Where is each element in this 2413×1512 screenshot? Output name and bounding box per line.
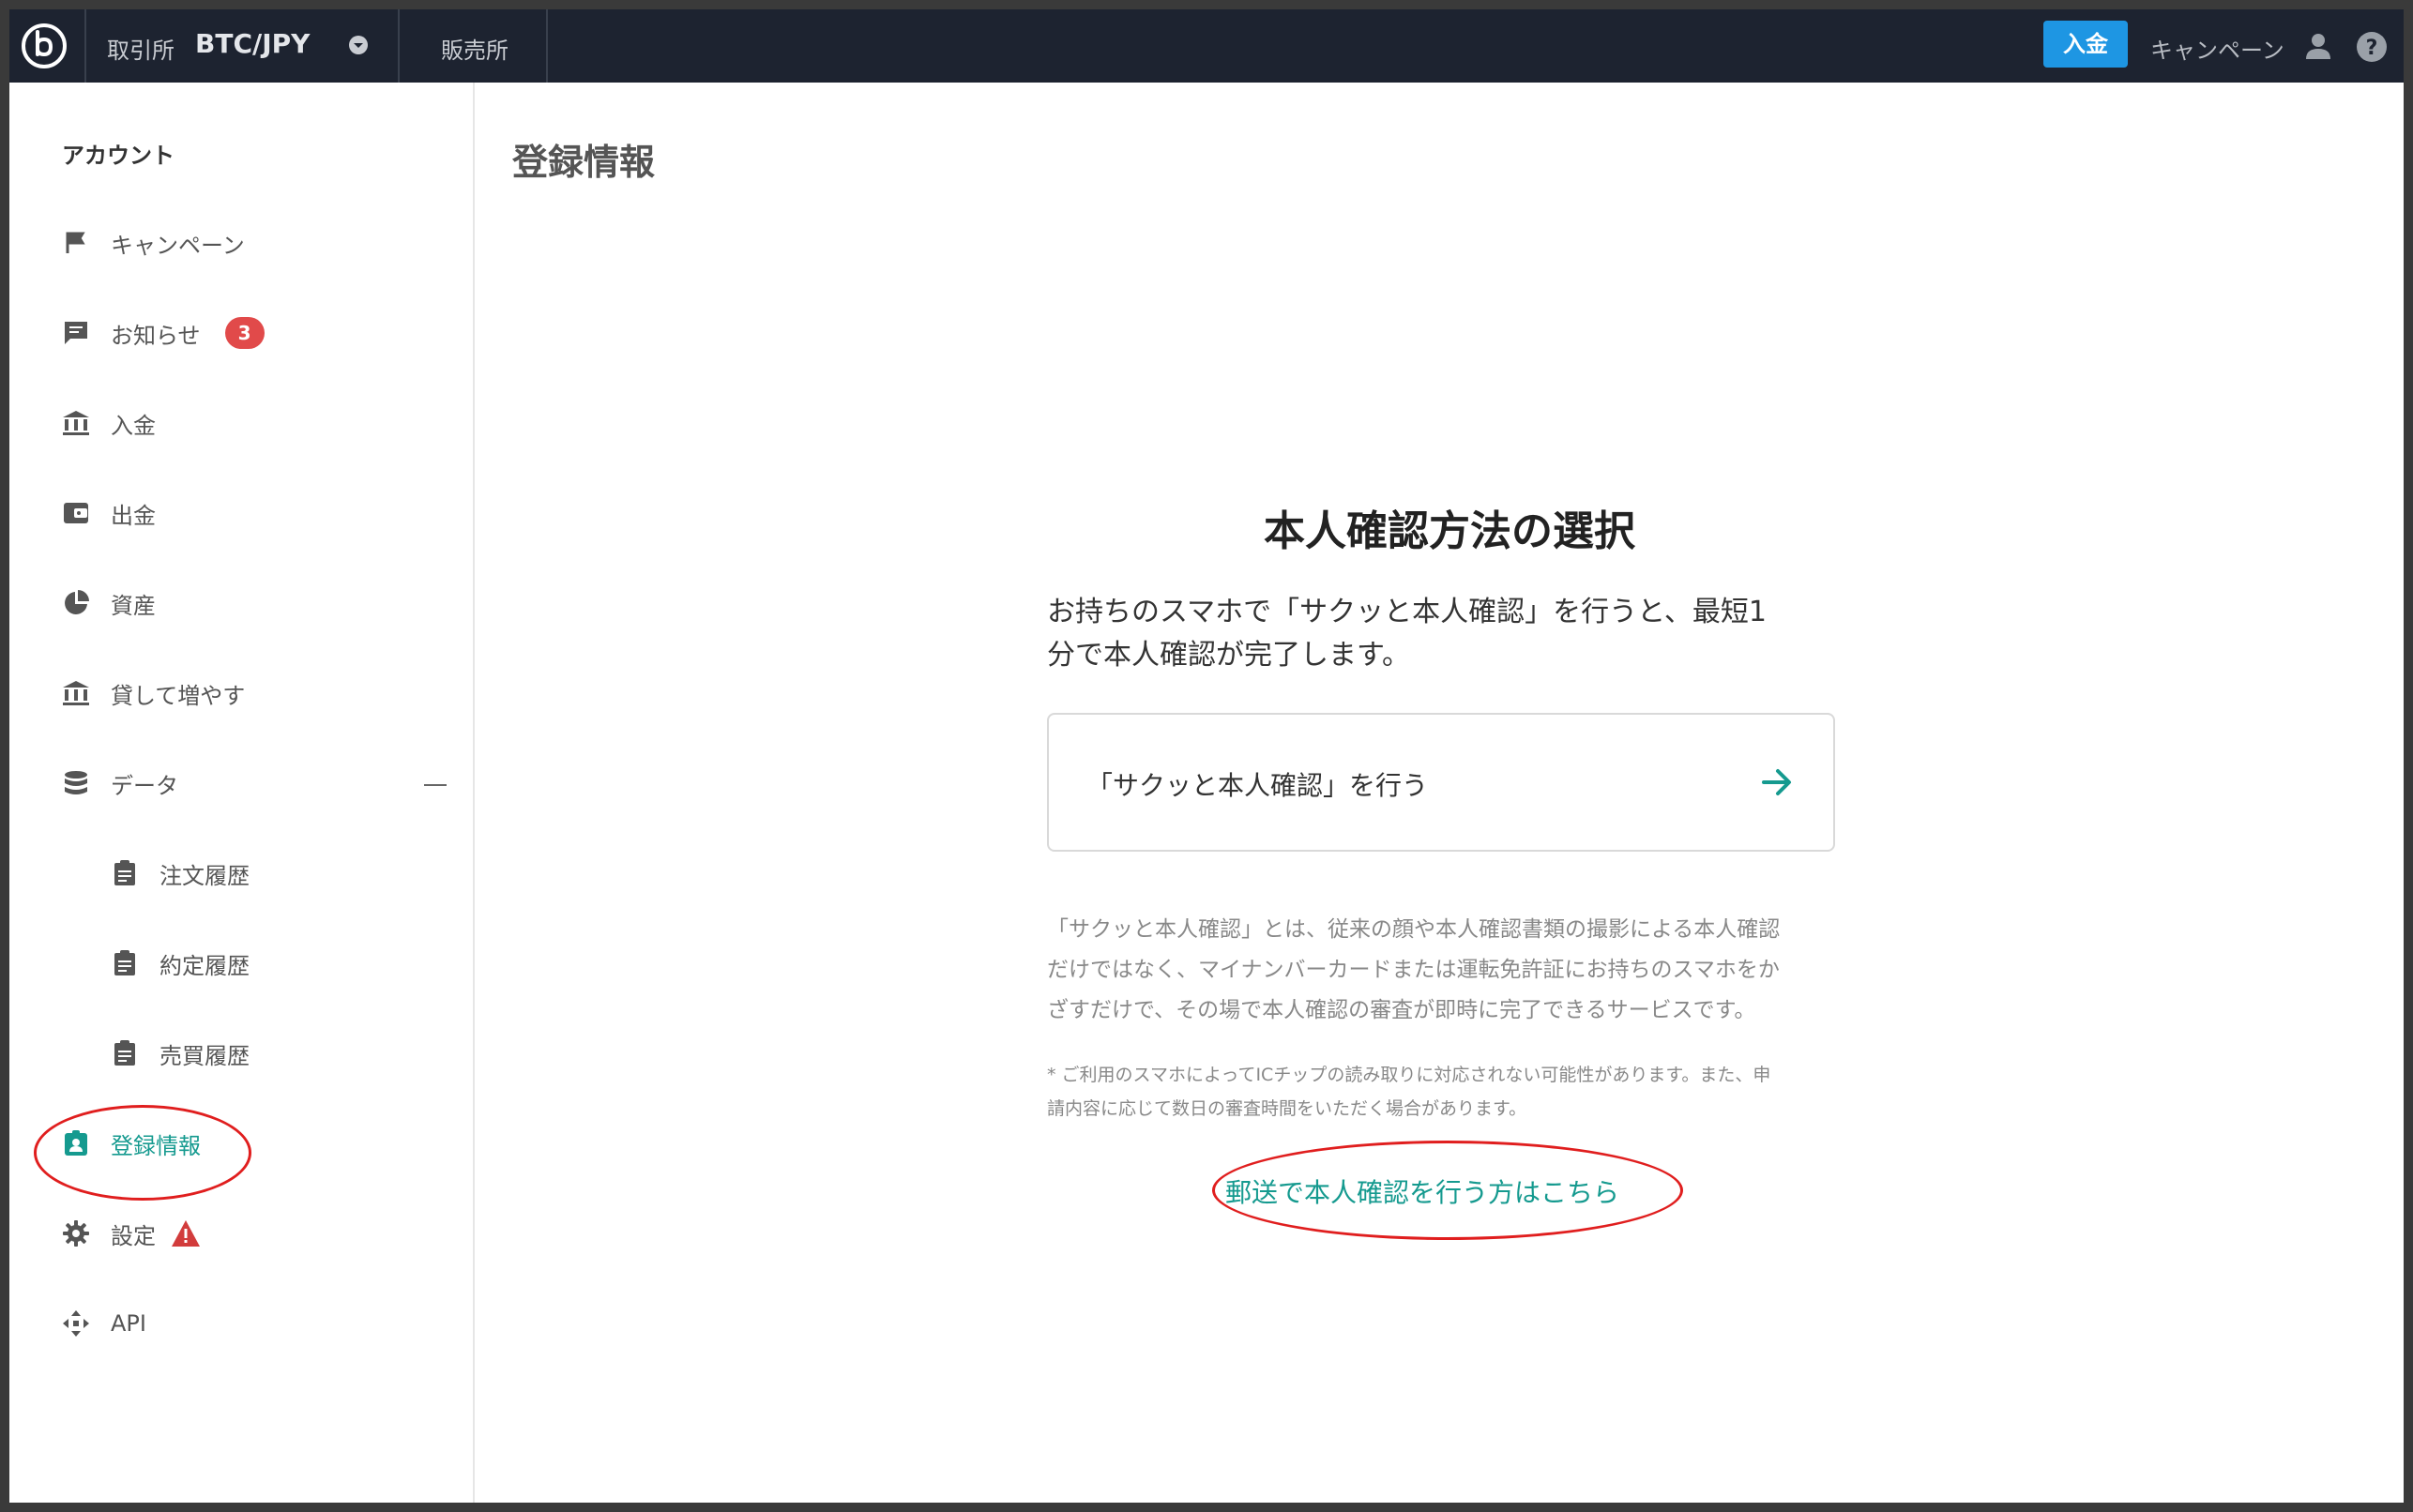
sidebar-item-label: 貸して増やす [111, 682, 246, 709]
sidebar: アカウント キャンペーン お知らせ 3 入金 出金 資産 貸して増やす データ … [9, 83, 475, 1503]
lead-line: お持ちのスマホで「サクッと本人確認」を行うと、最短1 [1047, 596, 1767, 628]
page-title: 登録情報 [512, 142, 656, 183]
deposit-button[interactable]: 入金 [2043, 21, 2128, 68]
campaign-link[interactable]: キャンペーン [2150, 32, 2284, 65]
sidebar-item-execution-history[interactable]: 約定履歴 [109, 940, 250, 987]
sidebar-item-label: 約定履歴 [159, 952, 250, 979]
sidebar-item-data[interactable]: データ [60, 760, 178, 807]
sidebar-item-deposit[interactable]: 入金 [60, 400, 156, 446]
gear-icon [60, 1217, 92, 1249]
description-line: 「サクッと本人確認」とは、従来の顔や本人確認書類の撮影による本人確認 [1047, 917, 1781, 942]
sidebar-item-label: API [111, 1310, 146, 1337]
section-title: 本人確認方法の選択 [1264, 507, 1635, 555]
annotation-circle [1212, 1141, 1683, 1240]
description-line: だけではなく、マイナンバーカードまたは運転免許証にお持ちのスマホをか [1047, 958, 1780, 982]
sidebar-item-settings[interactable]: 設定 [60, 1210, 201, 1257]
tab-shop[interactable]: 販売所 [441, 32, 508, 65]
message-icon [60, 317, 92, 349]
footnote-line: * ご利用のスマホによってICチップの読み取りに対応されない可能性があります。ま… [1047, 1065, 1771, 1085]
bitbank-logo-icon[interactable] [21, 23, 68, 69]
footnote-line: 請内容に応じて数日の審査時間をいただく場合があります。 [1047, 1098, 1527, 1119]
unread-count-badge: 3 [224, 317, 265, 349]
wallet-icon [60, 497, 92, 529]
header-divider [546, 9, 548, 83]
api-icon [60, 1308, 92, 1339]
sidebar-heading: アカウント [62, 143, 175, 169]
user-icon[interactable] [2302, 30, 2334, 62]
quick-verify-label: 「サクッと本人確認」を行う [1086, 770, 1429, 801]
clipboard-icon [109, 1037, 141, 1069]
exchange-label[interactable]: 取引所 [107, 32, 175, 65]
database-icon [60, 767, 92, 799]
sidebar-item-api[interactable]: API [60, 1300, 146, 1347]
sidebar-item-assets[interactable]: 資産 [60, 580, 156, 627]
sidebar-item-campaign[interactable]: キャンペーン [60, 219, 245, 266]
flag-icon [60, 227, 92, 259]
clipboard-icon [109, 857, 141, 889]
warning-icon [172, 1220, 200, 1247]
arrow-right-icon [1762, 769, 1791, 795]
top-bar: 取引所 BTC/JPY 販売所 入金 キャンペーン ? [9, 9, 2404, 83]
sidebar-item-label: 設定 [111, 1222, 156, 1249]
quick-verify-button[interactable]: 「サクッと本人確認」を行う [1047, 713, 1835, 852]
sidebar-item-label: データ [111, 772, 178, 799]
sidebar-item-order-history[interactable]: 注文履歴 [109, 850, 250, 897]
bank-icon [60, 407, 92, 439]
sidebar-item-label: 注文履歴 [159, 862, 250, 889]
chevron-down-icon[interactable] [347, 34, 370, 56]
sidebar-item-trade-history[interactable]: 売買履歴 [109, 1030, 250, 1077]
annotation-circle [34, 1105, 251, 1201]
description-text: 「サクッと本人確認」とは、従来の顔や本人確認書類の撮影による本人確認 だけではな… [1047, 910, 1844, 1031]
header-divider [398, 9, 400, 83]
sidebar-item-label: 入金 [111, 412, 156, 439]
sidebar-item-label: 売買履歴 [159, 1042, 250, 1069]
header-divider [84, 9, 86, 83]
sidebar-item-label: キャンペーン [111, 232, 245, 259]
footnote-text: * ご利用のスマホによってICチップの読み取りに対応されない可能性があります。ま… [1047, 1058, 1844, 1126]
sidebar-item-withdraw[interactable]: 出金 [60, 490, 156, 537]
sidebar-item-label: 資産 [111, 592, 156, 619]
bank-icon [60, 677, 92, 709]
description-line: ざすだけで、その場で本人確認の審査が即時に完了できるサービスです。 [1047, 998, 1756, 1022]
sidebar-item-label: 出金 [111, 502, 156, 529]
clipboard-icon [109, 947, 141, 979]
svg-text:?: ? [2366, 37, 2378, 60]
help-icon[interactable]: ? [2355, 30, 2389, 64]
pie-chart-icon [60, 587, 92, 619]
sidebar-item-notices[interactable]: お知らせ 3 [60, 310, 265, 356]
sidebar-item-label: お知らせ [111, 322, 201, 349]
sidebar-item-lending[interactable]: 貸して増やす [60, 670, 245, 717]
app-window: 取引所 BTC/JPY 販売所 入金 キャンペーン ? アカウント キャンペーン [9, 9, 2404, 1503]
pair-selector[interactable]: BTC/JPY [195, 28, 310, 59]
lead-line: 分で本人確認が完了します。 [1047, 639, 1410, 672]
collapse-icon[interactable] [424, 784, 447, 786]
lead-text: お持ちのスマホで「サクッと本人確認」を行うと、最短1 分で本人確認が完了します。 [1047, 591, 1854, 677]
